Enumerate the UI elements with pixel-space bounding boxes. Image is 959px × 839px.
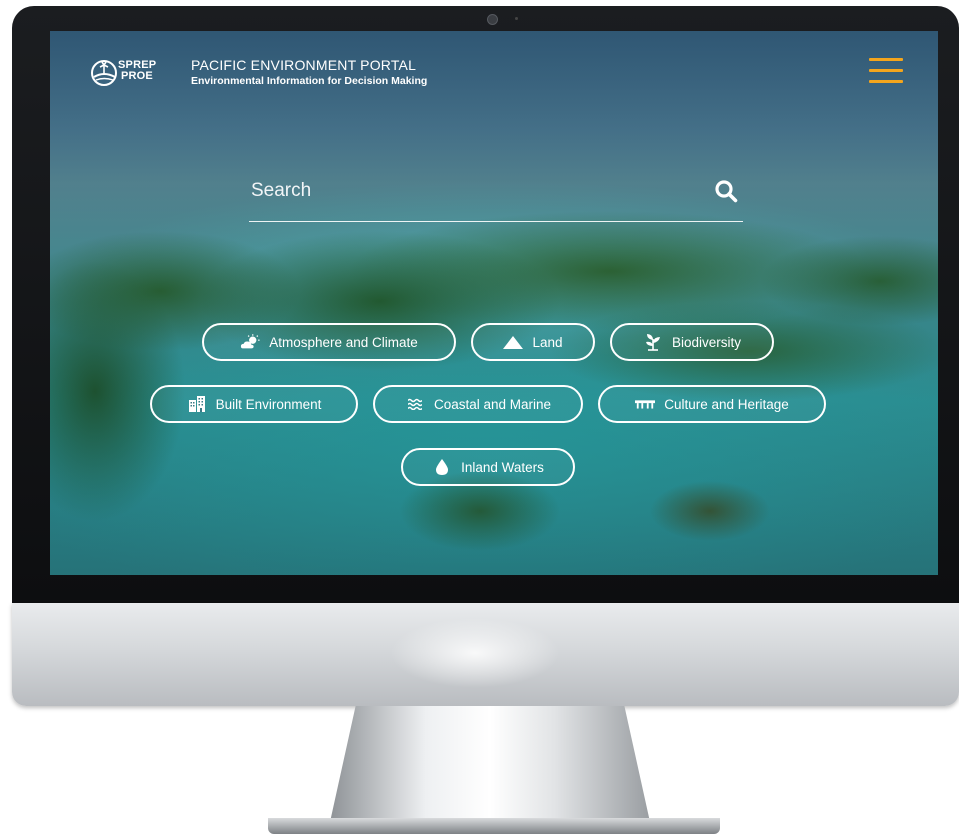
category-label: Atmosphere and Climate (269, 334, 418, 350)
category-built-environment-button[interactable]: Built Environment (150, 385, 358, 423)
site-subtitle: Environmental Information for Decision M… (191, 75, 428, 87)
mountain-icon (503, 333, 524, 351)
weather-icon (240, 333, 260, 351)
buildings-icon (187, 395, 207, 413)
search-bar (249, 169, 743, 222)
hero-background-overlay (50, 31, 938, 575)
category-label: Culture and Heritage (664, 396, 789, 412)
category-label: Coastal and Marine (433, 396, 552, 412)
category-label: Biodiversity (671, 334, 742, 350)
menu-bar-middle (869, 69, 903, 72)
site-title[interactable]: PACIFIC ENVIRONMENT PORTAL (191, 57, 416, 73)
menu-bar-top (869, 58, 903, 61)
search-icon[interactable] (714, 179, 740, 205)
logo-emblem-icon (91, 60, 117, 86)
hamburger-menu-icon[interactable] (869, 58, 903, 84)
sprep-logo[interactable]: SPREP PROE (90, 55, 172, 91)
logo-text: SPREP PROE (118, 60, 156, 82)
plant-icon (643, 333, 663, 351)
category-atmosphere-climate-button[interactable]: Atmosphere and Climate (202, 323, 456, 361)
category-label: Land (532, 334, 563, 350)
camera-sensor (515, 17, 518, 20)
camera-icon (487, 14, 498, 25)
monitor-stand-base (268, 818, 720, 834)
menu-bar-bottom (869, 80, 903, 83)
chin-reflection (390, 618, 560, 688)
category-coastal-marine-button[interactable]: Coastal and Marine (373, 385, 583, 423)
screen: SPREP PROE PACIFIC ENVIRONMENT PORTAL En… (50, 31, 938, 575)
category-label: Built Environment (215, 396, 322, 412)
category-land-button[interactable]: Land (471, 323, 595, 361)
heritage-icon (635, 395, 656, 413)
search-input[interactable] (249, 177, 693, 205)
logo-text-line2: PROE (121, 70, 153, 82)
category-culture-heritage-button[interactable]: Culture and Heritage (598, 385, 826, 423)
category-biodiversity-button[interactable]: Biodiversity (610, 323, 774, 361)
monitor-stand (330, 706, 650, 822)
water-drop-icon (432, 458, 452, 476)
category-label: Inland Waters (461, 459, 544, 475)
waves-icon (405, 395, 425, 413)
category-inland-waters-button[interactable]: Inland Waters (401, 448, 575, 486)
